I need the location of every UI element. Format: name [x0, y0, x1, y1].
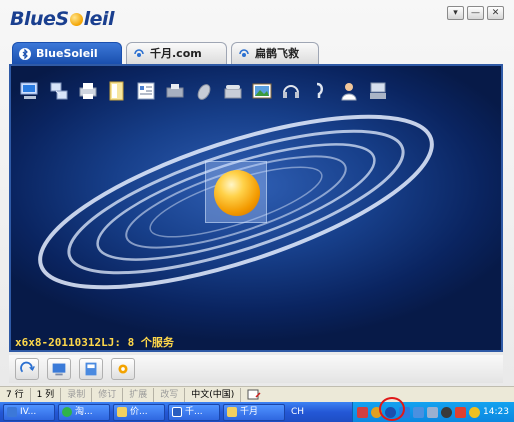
- tab-label: 扁鹊飞救: [255, 46, 299, 60]
- tab-qianyue[interactable]: 千月.com: [126, 42, 227, 64]
- windows-taskbar: IV... 淘... 价... 千... 千月 CH 14:23: [0, 402, 514, 422]
- tab-label: 千月.com: [150, 46, 202, 60]
- sun-orb-icon: [214, 170, 260, 216]
- my-devices-icon[interactable]: [47, 358, 71, 380]
- menu-dropdown-button[interactable]: ▾: [447, 6, 464, 20]
- tray-icon[interactable]: [427, 406, 438, 418]
- mouse-icon[interactable]: [193, 80, 215, 102]
- settings-icon[interactable]: [111, 358, 135, 380]
- bluesoleil-window: BlueSleil ▾ — ✕ BlueSoleil 千月.com 扁鹊飞救: [0, 0, 514, 386]
- input-language-indicator[interactable]: CH: [291, 407, 313, 417]
- record-indicator[interactable]: 录制: [61, 387, 93, 402]
- bluetooth-icon: [7, 407, 17, 417]
- bluesoleil-logo: BlueS leil: [10, 8, 115, 30]
- taskbar-item[interactable]: 千月: [223, 403, 285, 421]
- fax-icon[interactable]: [164, 80, 186, 102]
- phone-icon[interactable]: [222, 80, 244, 102]
- tab-label: BlueSoleil: [36, 46, 98, 60]
- taskbar-item[interactable]: IV...: [3, 403, 55, 421]
- picture-icon[interactable]: [251, 80, 273, 102]
- tray-icon[interactable]: [413, 406, 424, 418]
- overwrite-indicator[interactable]: 改写: [154, 387, 186, 402]
- tray-volume-icon[interactable]: [469, 406, 480, 418]
- device-status-text: x6x8-20110312LJ: 8 个服务: [15, 336, 174, 349]
- refresh-icon[interactable]: [15, 358, 39, 380]
- audio-gateway-icon[interactable]: [309, 80, 331, 102]
- row-indicator: 7 行: [0, 387, 31, 402]
- services-icon[interactable]: [79, 358, 103, 380]
- tab-bluesoleil[interactable]: BlueSoleil: [12, 42, 122, 64]
- close-button[interactable]: ✕: [487, 6, 504, 20]
- spellcheck-icon[interactable]: [247, 389, 261, 401]
- tab-bianque[interactable]: 扁鹊飞救: [231, 42, 319, 64]
- network-icon[interactable]: [48, 80, 70, 102]
- word-icon: [172, 407, 182, 417]
- lan-access-icon[interactable]: [367, 80, 389, 102]
- taskbar-item[interactable]: 淘...: [58, 403, 110, 421]
- tray-icon[interactable]: [441, 406, 452, 418]
- system-tray: 14:23: [352, 402, 514, 422]
- computer-icon[interactable]: [19, 80, 41, 102]
- taskbar-clock[interactable]: 14:23: [483, 407, 509, 417]
- bluetooth-icon: [19, 47, 31, 60]
- folder-icon: [117, 407, 127, 417]
- ie-icon: [239, 48, 249, 57]
- printer-icon[interactable]: [77, 80, 99, 102]
- ie-icon: [134, 48, 144, 57]
- highlight-circle-annotation: [379, 397, 405, 421]
- taskbar-item[interactable]: 价...: [113, 403, 165, 421]
- revise-indicator[interactable]: 修订: [92, 387, 124, 402]
- headset-icon[interactable]: [280, 80, 302, 102]
- tray-network-icon[interactable]: [357, 406, 368, 418]
- taskbar-item[interactable]: 千...: [168, 403, 220, 421]
- service-toolbar: [19, 80, 389, 102]
- file-transfer-icon[interactable]: [106, 80, 128, 102]
- browser-icon: [62, 407, 72, 417]
- extend-indicator[interactable]: 扩展: [123, 387, 155, 402]
- language-indicator[interactable]: 中文(中国): [185, 387, 242, 402]
- column-indicator: 1 列: [31, 387, 62, 402]
- device-panel: x6x8-20110312LJ: 8 个服务: [9, 64, 503, 352]
- bottom-toolbar: [9, 355, 503, 383]
- folder-icon: [227, 407, 237, 417]
- window-controls: ▾ — ✕: [447, 6, 504, 20]
- tab-bar: BlueSoleil 千月.com 扁鹊飞救: [12, 42, 319, 64]
- word-status-bar: 7 行 1 列 录制 修订 扩展 改写 中文(中国): [0, 386, 514, 402]
- person-icon[interactable]: [338, 80, 360, 102]
- local-device-orb[interactable]: [205, 161, 267, 223]
- tray-antivirus-icon[interactable]: [455, 406, 466, 418]
- contacts-icon[interactable]: [135, 80, 157, 102]
- minimize-button[interactable]: —: [467, 6, 484, 20]
